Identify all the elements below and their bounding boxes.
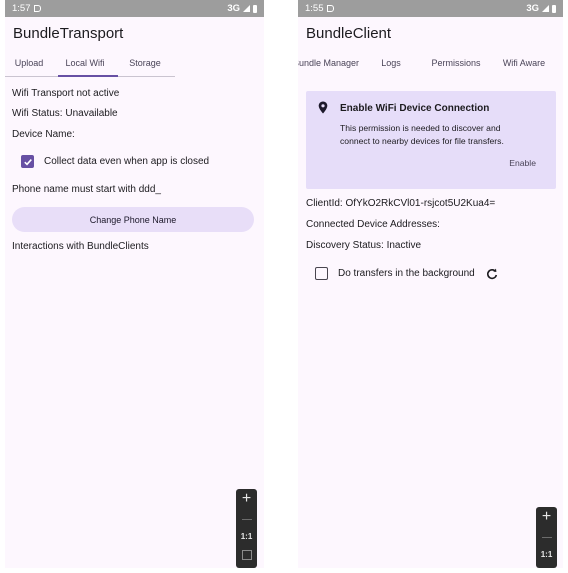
card-text-line-2: connect to nearby devices for file trans… (340, 136, 504, 146)
zoom-minus-icon (241, 519, 252, 520)
change-phone-name-button[interactable]: Change Phone Name (12, 207, 254, 232)
do-not-disturb-icon (33, 5, 41, 12)
tab-bar: Bundle Manager Logs Permissions Wifi Awa… (298, 49, 563, 77)
check-icon (23, 158, 32, 165)
tab-bundle-manager[interactable]: Bundle Manager (298, 49, 362, 77)
enable-button[interactable]: Enable (509, 158, 536, 168)
tab-permissions[interactable]: Permissions (420, 49, 492, 77)
signal-icon (243, 5, 250, 12)
do-not-disturb-icon (326, 5, 334, 12)
tab-local-wifi[interactable]: Local Wifi (53, 49, 117, 77)
refresh-icon[interactable] (486, 268, 498, 280)
tab-wifi-aware[interactable]: Wifi Aware (492, 49, 556, 77)
zoom-fit-icon[interactable] (241, 550, 252, 560)
interactions-heading: Interactions with BundleClients (12, 241, 149, 252)
card-text-line-1: This permission is needed to discover an… (340, 123, 501, 133)
background-transfer-checkbox[interactable] (315, 267, 328, 280)
app-title: BundleTransport (13, 25, 124, 42)
battery-icon (552, 4, 556, 13)
connected-device-addresses: Connected Device Addresses: (306, 219, 440, 230)
discovery-status: Discovery Status: Inactive (306, 240, 422, 251)
tab-storage[interactable]: Storage (117, 49, 173, 77)
signal-icon (542, 5, 549, 12)
battery-icon (253, 4, 257, 13)
network-type: 3G (227, 3, 240, 14)
status-time: 1:57 (12, 3, 31, 14)
zoom-ratio-button[interactable]: 1:1 (241, 528, 253, 546)
wifi-status: Wifi Status: Unavailable (12, 108, 118, 119)
zoom-plus-icon[interactable]: + (542, 507, 551, 529)
zoom-controls: + 1:1 (536, 507, 557, 568)
tab-bar: Upload Local Wifi Storage (5, 49, 264, 77)
bundle-transport-screen: 1:57 3G BundleTransport Upload Local Wif… (5, 0, 264, 568)
tab-logs[interactable]: Logs (362, 49, 420, 77)
collect-data-row[interactable]: Collect data even when app is closed (21, 155, 209, 168)
app-title: BundleClient (306, 25, 392, 42)
background-transfer-row[interactable]: Do transfers in the background (315, 267, 498, 280)
collect-data-checkbox[interactable] (21, 155, 34, 168)
background-transfer-label: Do transfers in the background (338, 268, 475, 279)
zoom-minus-icon (541, 537, 552, 538)
status-bar: 1:55 3G (298, 0, 563, 17)
tab-upload[interactable]: Upload (5, 49, 53, 77)
status-time: 1:55 (305, 3, 324, 14)
bundle-client-screen: 1:55 3G BundleClient Bundle Manager Logs… (298, 0, 563, 568)
wifi-transport-status: Wifi Transport not active (12, 88, 120, 99)
zoom-ratio-button[interactable]: 1:1 (541, 546, 553, 564)
collect-data-label: Collect data even when app is closed (44, 156, 210, 167)
card-title: Enable WiFi Device Connection (340, 103, 490, 114)
zoom-controls: + 1:1 (236, 489, 257, 568)
phone-name-hint: Phone name must start with ddd_ (12, 184, 161, 195)
wifi-permission-card: Enable WiFi Device Connection This permi… (306, 91, 556, 189)
client-id: ClientId: OfYkO2RkCVl01-rsjcot5U2Kua4= (306, 198, 496, 209)
location-pin-icon (318, 101, 328, 114)
tab-indicator (58, 75, 118, 77)
network-type: 3G (526, 3, 539, 14)
zoom-plus-icon[interactable]: + (242, 489, 251, 511)
device-name: Device Name: (12, 129, 75, 140)
status-bar: 1:57 3G (5, 0, 264, 17)
